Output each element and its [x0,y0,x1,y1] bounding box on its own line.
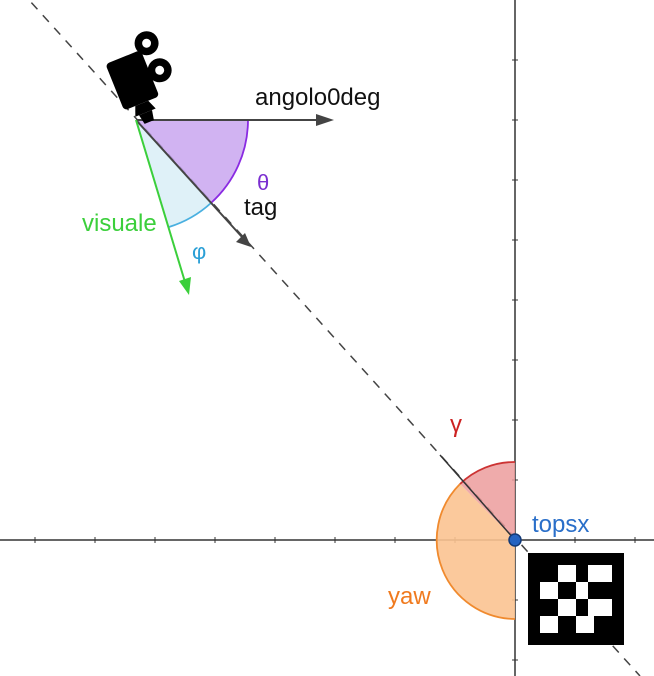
geometry-diagram: angolo0deg θ tag visuale φ γ topsx yaw [0,0,654,676]
diagram-canvas: angolo0deg θ tag visuale φ γ topsx yaw [0,0,654,676]
topsx-point[interactable] [508,533,522,547]
aruco-marker-icon [528,553,624,645]
visuale-label: visuale [82,210,157,237]
angolo0deg-label: angolo0deg [255,84,380,111]
tag-label: tag [244,194,277,221]
theta-label: θ [257,170,269,195]
topsx-label: topsx [532,511,589,538]
angolo0deg-arrowhead [316,114,334,126]
video-camera-icon [106,31,172,124]
gamma-label: γ [450,411,462,438]
visuale-arrowhead [179,277,191,295]
phi-label: φ [192,239,206,264]
yaw-label: yaw [388,583,431,610]
tag-arrowhead [236,233,251,247]
